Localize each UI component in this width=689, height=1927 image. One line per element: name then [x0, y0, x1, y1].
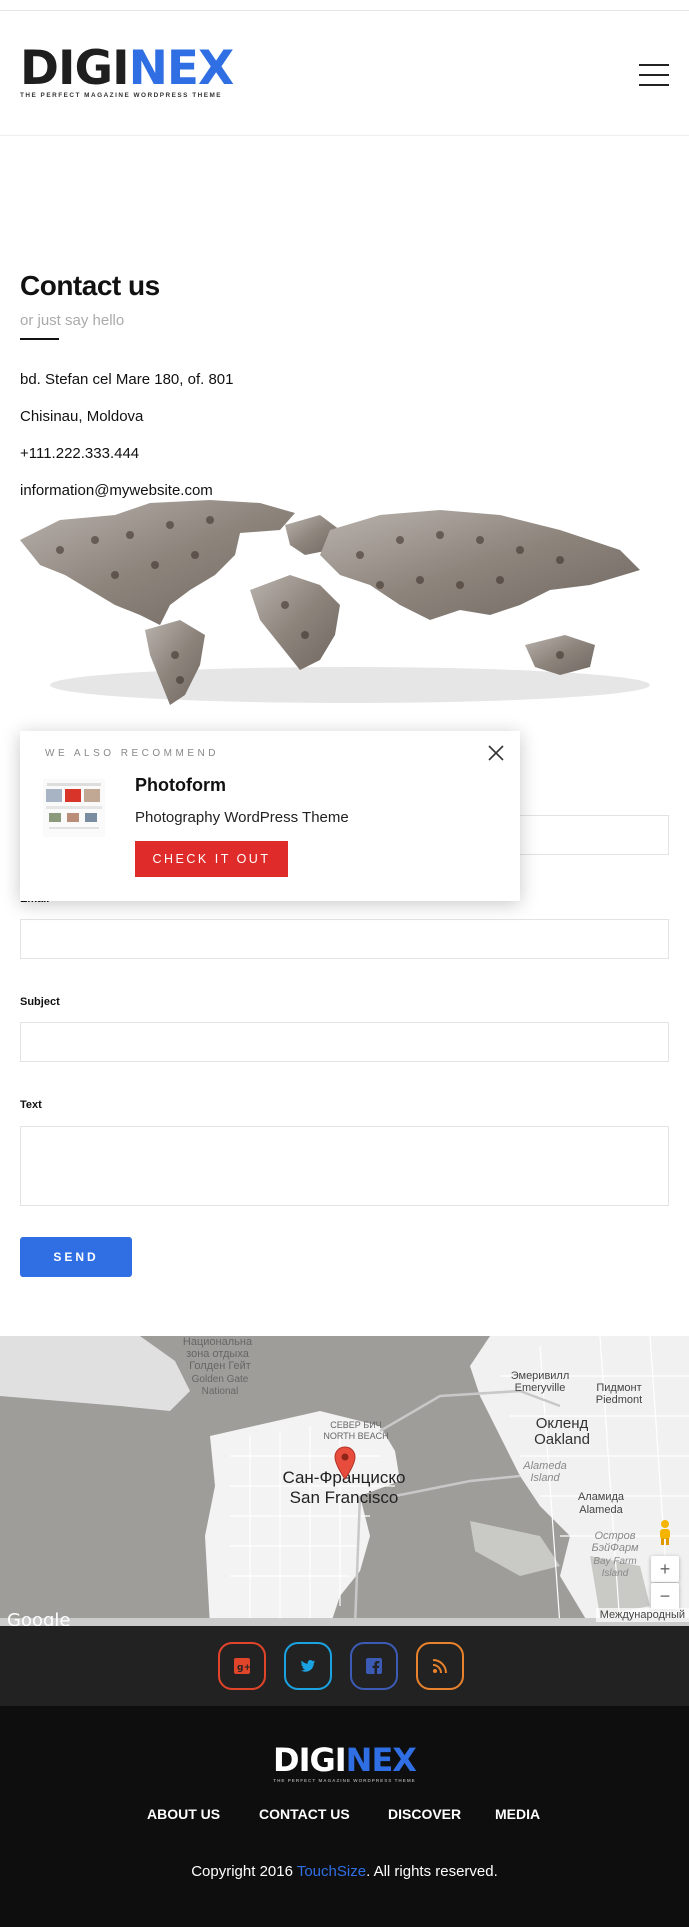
social-bar: g+ — [0, 1626, 689, 1706]
google-logo[interactable]: Google — [7, 1610, 70, 1626]
map-label-alameda-ru: Аламида — [577, 1491, 625, 1503]
google-plus-icon: g+ — [234, 1658, 250, 1674]
footer-logo-tagline: THE PERFECT MAGAZINE WORDPRESS THEME — [273, 1778, 416, 1783]
footer-nav-media[interactable]: MEDIA — [495, 1806, 540, 1822]
map-label-oakland-en: Oakland — [534, 1431, 590, 1448]
send-button[interactable]: SEND — [20, 1237, 132, 1277]
contact-phone: +111.222.333.444 — [20, 445, 140, 462]
map-label-golden-gate-en: Golden Gate National — [191, 1374, 249, 1397]
google-map[interactable]: Национальна зона отдыха Голден Гейт Gold… — [0, 1336, 689, 1626]
recommend-popup: WE ALSO RECOMMEND Photoform Photography … — [20, 731, 520, 901]
subject-field[interactable] — [20, 1022, 669, 1062]
rss-icon — [432, 1659, 447, 1674]
footer-nav-discover[interactable]: DISCOVER — [388, 1806, 461, 1822]
site-header: DIGINEX THE PERFECT MAGAZINE WORDPRESS T… — [0, 11, 689, 136]
pegman-icon[interactable] — [654, 1518, 676, 1546]
zoom-out-button[interactable]: − — [651, 1583, 679, 1609]
footer-nav-contact[interactable]: CONTACT US — [259, 1806, 350, 1822]
contact-city: Chisinau, Moldova — [20, 408, 144, 425]
twitter-icon — [301, 1660, 315, 1672]
popup-description: Photography WordPress Theme — [135, 809, 349, 826]
subject-label: Subject — [20, 996, 60, 1008]
contact-address: bd. Stefan cel Mare 180, of. 801 — [20, 371, 234, 388]
menu-icon[interactable] — [639, 64, 669, 86]
copyright-suffix: . All rights reserved. — [366, 1863, 498, 1880]
footer-logo[interactable]: DIGINEX THE PERFECT MAGAZINE WORDPRESS T… — [0, 1744, 689, 1783]
facebook-button[interactable] — [350, 1642, 398, 1690]
google-plus-button[interactable]: g+ — [218, 1642, 266, 1690]
photoform-thumbnail[interactable] — [43, 779, 105, 837]
map-pin-icon[interactable] — [334, 1446, 356, 1480]
zoom-in-button[interactable]: + — [651, 1556, 679, 1582]
map-label-golden-gate-ru: Голден Гейт — [189, 1360, 251, 1372]
check-it-out-button[interactable]: CHECK IT OUT — [135, 841, 288, 877]
close-icon[interactable] — [486, 743, 506, 763]
map-label-alameda-island: Alameda Island — [523, 1460, 567, 1484]
map-label-bayfarm-en: Bay Farm Island — [593, 1556, 637, 1579]
page-title: Contact us — [20, 270, 160, 301]
text-label: Text — [20, 1099, 42, 1111]
logo-part-dark: DIGI — [20, 41, 130, 96]
map-label-alameda-en: Alameda — [579, 1504, 623, 1516]
popup-kicker: WE ALSO RECOMMEND — [45, 748, 219, 759]
footer-logo-part-white: DIGI — [273, 1741, 347, 1779]
svg-text:g+: g+ — [237, 1663, 250, 1673]
page: DIGINEX THE PERFECT MAGAZINE WORDPRESS T… — [0, 0, 689, 1927]
map-attribution[interactable]: Международный — [595, 1608, 689, 1622]
map-label-bayfarm-ru: Остров БэйФарм — [591, 1530, 639, 1554]
map-label-north-beach-en: NORTH BEACH — [323, 1431, 389, 1441]
twitter-button[interactable] — [284, 1642, 332, 1690]
map-label-oakland-ru: Окленд — [535, 1415, 589, 1432]
page-subtitle: or just say hello — [20, 312, 125, 329]
logo-wordmark: DIGINEX — [20, 45, 234, 92]
title-underline — [20, 338, 59, 340]
rss-button[interactable] — [416, 1642, 464, 1690]
facebook-icon — [366, 1658, 382, 1674]
map-label-piedmont-en: Piedmont — [595, 1394, 643, 1406]
logo-tagline: THE PERFECT MAGAZINE WORDPRESS THEME — [20, 92, 223, 99]
copyright-prefix: Copyright 2016 — [191, 1863, 297, 1880]
footer-logo-wordmark: DIGINEX — [0, 1744, 689, 1776]
map-label-emeryville-en: Emeryville — [514, 1382, 566, 1394]
popup-title: Photoform — [135, 775, 226, 795]
message-textarea[interactable] — [20, 1126, 669, 1206]
site-footer: DIGINEX THE PERFECT MAGAZINE WORDPRESS T… — [0, 1706, 689, 1927]
footer-nav-about[interactable]: ABOUT US — [147, 1806, 220, 1822]
logo-part-blue: NEX — [128, 41, 235, 96]
footer-logo-part-blue: NEX — [345, 1741, 417, 1779]
site-logo[interactable]: DIGINEX THE PERFECT MAGAZINE WORDPRESS T… — [20, 45, 234, 99]
map-label-park: Национальна зона отдыха — [182, 1336, 253, 1360]
touchsize-link[interactable]: TouchSize — [297, 1863, 366, 1880]
world-map-image — [20, 500, 650, 705]
map-label-piedmont-ru: Пидмонт — [596, 1382, 642, 1394]
map-label-emeryville-ru: Эмеривилл — [510, 1370, 570, 1382]
email-field[interactable] — [20, 919, 669, 959]
copyright: Copyright 2016 TouchSize. All rights res… — [0, 1863, 689, 1880]
map-label-sf-en: San Francisco — [289, 1488, 399, 1507]
